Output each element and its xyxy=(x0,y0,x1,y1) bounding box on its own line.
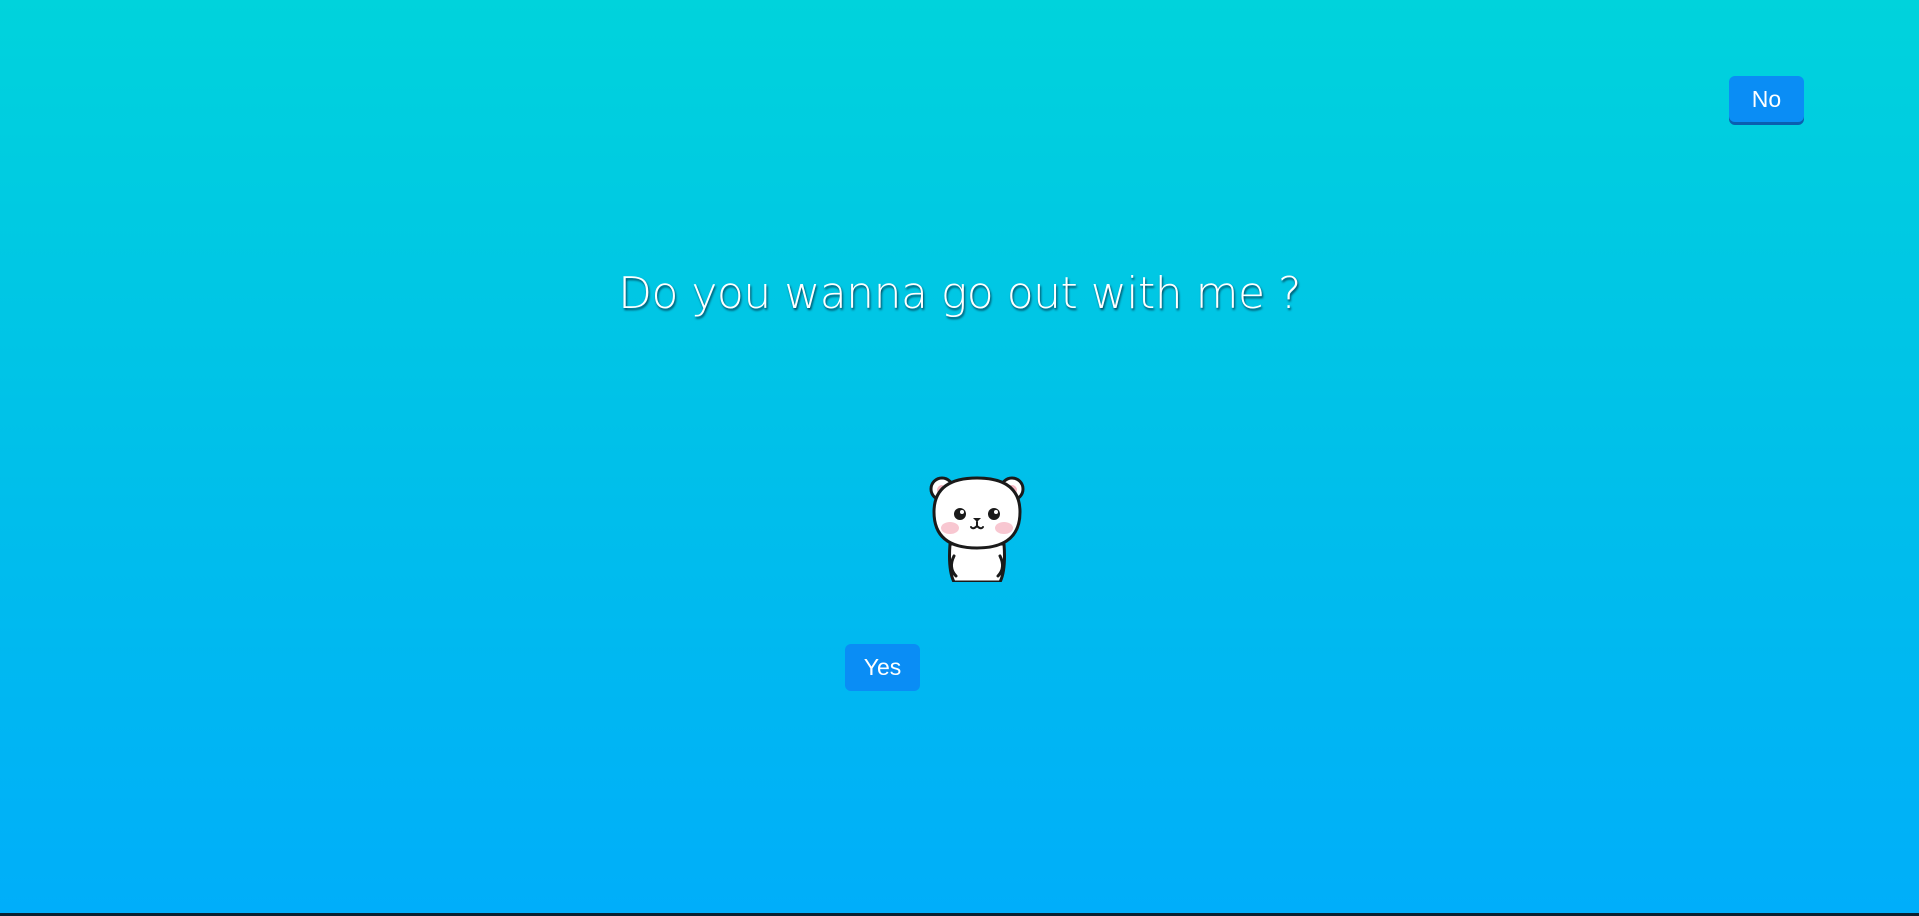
yes-button[interactable]: Yes xyxy=(845,644,920,691)
bear-sticker-icon xyxy=(928,472,1026,584)
no-button[interactable]: No xyxy=(1729,76,1804,122)
question-heading: Do you wanna go out with me ? xyxy=(618,268,1301,319)
